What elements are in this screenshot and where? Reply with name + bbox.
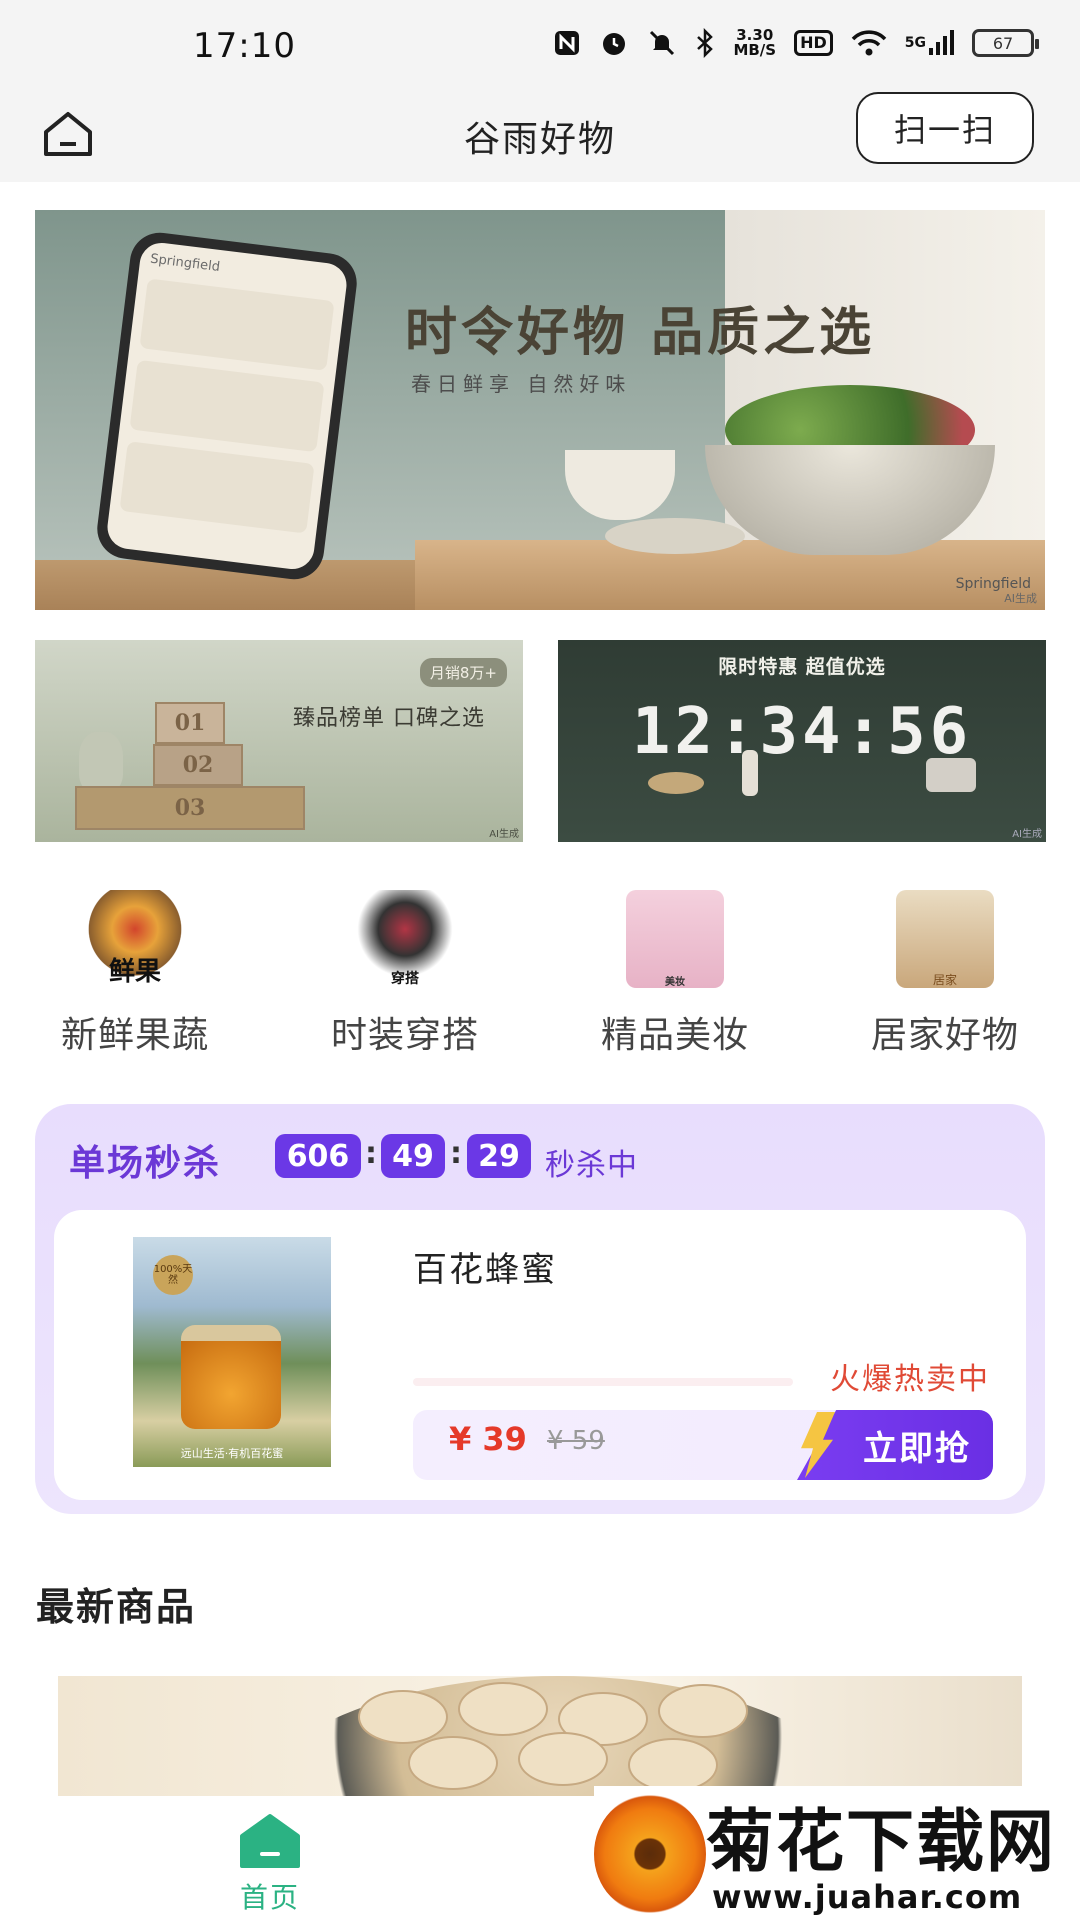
category-home[interactable]: 居家 居家好物 [810,890,1080,1060]
status-icons: 3.30 MB/S HD 5G 67 [553,26,1039,60]
nfc-icon [553,26,581,60]
category-label: 居家好物 [870,1015,1019,1056]
price-row: ¥ 39 ¥ 59 立即抢 [413,1410,993,1480]
category-label: 精品美妆 [600,1015,749,1056]
mute-icon [647,26,677,60]
pistachio [518,1732,608,1786]
countdown-colon: : [450,1136,462,1171]
rank-3: 03 [75,786,305,830]
honey-product-image: 100%天然 远山生活·有机百花蜜 [133,1237,331,1467]
phone-row [129,359,325,453]
honey-caption: 远山生活·有机百花蜜 [180,1447,284,1460]
category-fashion[interactable]: 穿搭 时装穿搭 [270,890,540,1060]
category-label: 时装穿搭 [330,1015,479,1056]
cosmetics-icon: 美妆 [626,890,724,988]
fashion-icon: 穿搭 [356,890,454,988]
bluetooth-icon [695,26,715,60]
banner-phone-image: Springfield [93,229,361,583]
sale-progress-bar [413,1378,793,1386]
cloth-image [926,758,976,792]
category-icon-text: 美妆 [665,977,685,988]
countdown-colon: : [365,1136,377,1171]
phone-screen: Springfield [105,240,349,572]
tab-home-label[interactable]: 首页 [220,1876,320,1916]
countdown-minutes: 49 [381,1134,445,1178]
flash-sale-status: 秒杀中 [545,1148,638,1183]
banner-ai-mark: AI生成 [1004,592,1037,605]
category-icon-text: 穿搭 [391,971,419,987]
promo-limited-offer-banner[interactable]: 限时特惠 超值优选 12:34:56 AI生成 [558,640,1046,842]
watermark-url: www.juahar.com [712,1878,1023,1916]
hero-banner[interactable]: Springfield 时令好物 品质之选 春日鲜享 自然好味 Springfi… [35,210,1045,610]
hot-sale-label: 火爆热卖中 [830,1362,990,1397]
phone-row [139,278,335,371]
battery-icon: 67 [972,29,1039,57]
promo-ai-mark: AI生成 [489,829,519,840]
category-beauty[interactable]: 美妆 精品美妆 [540,890,810,1060]
vase-image [79,732,123,792]
home-goods-icon: 居家 [896,890,994,988]
banner-table [415,540,1045,610]
latest-products-title: 最新商品 [36,1585,197,1629]
status-time: 17:10 [193,26,296,66]
category-icon-text: 鲜果 [108,957,161,987]
promo-offer-title: 限时特惠 超值优选 [718,656,886,678]
promo-ranking-banner[interactable]: 月销8万+ 03 02 01 臻品榜单 口碑之选 AI生成 [35,640,523,842]
speed-unit: MB/S [733,41,777,59]
pistachio [408,1736,498,1790]
watermark: 菊花下载网 www.juahar.com [594,1786,1080,1920]
category-fresh-produce[interactable]: 鲜果 新鲜果蔬 [0,890,270,1060]
network-type: 5G [904,35,926,51]
honey-jar [181,1325,281,1429]
app-header: 谷雨好物 扫一扫 [0,92,1080,182]
natural-seal: 100%天然 [153,1255,193,1295]
network-speed: 3.30 MB/S [733,26,776,60]
rank-1: 01 [155,702,225,744]
countdown-hours: 606 [275,1134,361,1178]
flower-logo-icon [594,1794,706,1914]
fruit-basket-icon: 鲜果 [86,890,184,988]
original-price: ¥ 59 [547,1426,605,1456]
hat-image [648,772,704,794]
status-bar: 17:10 3.30 MB/S HD 5G 67 [0,0,1080,96]
tab-home-icon[interactable] [238,1812,302,1870]
pistachio [458,1682,548,1736]
flash-sale-section: 单场秒杀 606 : 49 : 29 秒杀中 100%天然 远山生活·有机百花蜜… [35,1104,1045,1514]
signal-icon: 5G [905,26,954,60]
product-name: 百花蜂蜜 [413,1250,557,1290]
pistachio [358,1690,448,1744]
tea-plate-image [605,518,745,554]
scan-button[interactable]: 扫一扫 [856,92,1034,164]
flash-product-card[interactable]: 100%天然 远山生活·有机百花蜜 百花蜂蜜 火爆热卖中 ¥ 39 ¥ 59 立… [54,1210,1026,1500]
wifi-icon [851,26,887,60]
category-icon-text: 居家 [932,973,957,987]
pistachio [658,1684,748,1738]
banner-subheadline: 春日鲜享 自然好味 [411,372,632,396]
promo-ai-mark: AI生成 [1012,829,1042,840]
promo-ranking-title: 臻品榜单 口碑之选 [293,706,485,731]
flash-sale-title: 单场秒杀 [69,1143,222,1184]
bottle-image [742,750,758,796]
phone-row [119,441,315,534]
pistachio [628,1738,718,1792]
sales-badge: 月销8万+ [419,658,507,687]
current-price: ¥ 39 [449,1420,527,1458]
hd-badge: HD [794,30,833,56]
rank-2: 02 [153,744,243,786]
countdown-seconds: 29 [467,1134,531,1178]
banner-headline: 时令好物 品质之选 [405,302,876,363]
latest-product-image[interactable] [58,1676,1022,1796]
category-label: 新鲜果蔬 [60,1015,209,1056]
alarm-icon [599,26,629,60]
battery-level: 67 [992,33,1014,53]
watermark-text: 菊花下载网 [706,1803,1057,1882]
category-grid: 鲜果 新鲜果蔬 穿搭 时装穿搭 美妆 精品美妆 居家 居家好物 [0,890,1080,1060]
